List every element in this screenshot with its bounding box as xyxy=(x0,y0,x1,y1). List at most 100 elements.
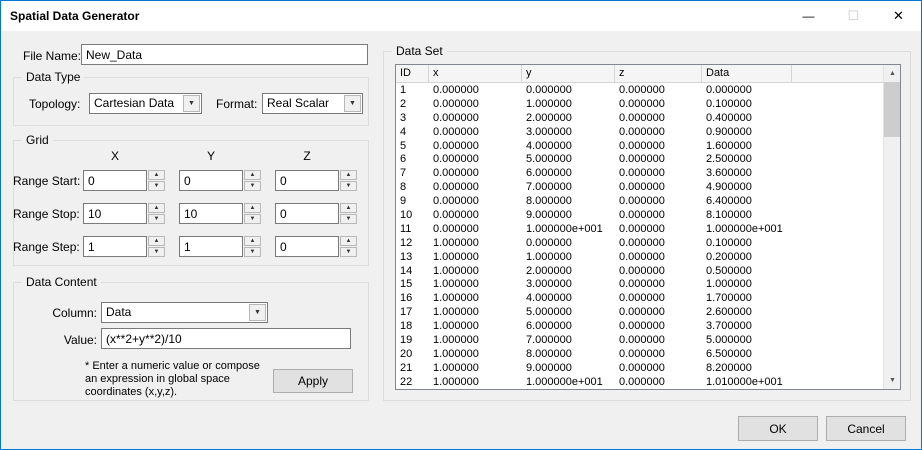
spin-down-icon[interactable]: ▼ xyxy=(148,181,165,191)
spin-down-icon[interactable]: ▼ xyxy=(244,214,261,224)
spin-down-icon[interactable]: ▼ xyxy=(340,214,357,224)
table-row[interactable]: 221.0000001.000000e+0010.0000001.010000e… xyxy=(396,375,883,389)
table-cell: 0.000000 xyxy=(429,209,522,221)
table-cell: 0.000000 xyxy=(615,320,702,332)
table-cell: 12 xyxy=(396,237,429,249)
table-row[interactable]: 161.0000004.0000000.0000001.700000 xyxy=(396,291,883,305)
spin-down-icon[interactable]: ▼ xyxy=(340,181,357,191)
column-header-data[interactable]: Data xyxy=(702,65,792,82)
range-stop-z-input[interactable] xyxy=(275,203,339,224)
spin-up-icon[interactable]: ▲ xyxy=(340,170,357,180)
vertical-scrollbar[interactable]: ▲ ▼ xyxy=(883,65,900,389)
table-cell: 1.700000 xyxy=(702,292,792,304)
table-cell: 6.000000 xyxy=(522,320,615,332)
table-cell: 9.000000 xyxy=(522,362,615,374)
range-stop-x-input[interactable] xyxy=(83,203,147,224)
column-header-id[interactable]: ID xyxy=(396,65,429,82)
spin-up-icon[interactable]: ▲ xyxy=(244,236,261,246)
scroll-up-icon[interactable]: ▲ xyxy=(884,65,901,82)
value-input[interactable] xyxy=(101,328,351,349)
table-row[interactable]: 131.0000001.0000000.0000000.200000 xyxy=(396,250,883,264)
column-header-y[interactable]: y xyxy=(522,65,615,82)
table-row[interactable]: 181.0000006.0000000.0000003.700000 xyxy=(396,319,883,333)
spin-up-icon[interactable]: ▲ xyxy=(244,170,261,180)
topology-combobox[interactable]: Cartesian Data ▼ xyxy=(89,93,202,114)
range-step-z-stepper: ▲▼ xyxy=(275,236,357,257)
table-cell: 0.000000 xyxy=(615,265,702,277)
table-row[interactable]: 60.0000005.0000000.0000002.500000 xyxy=(396,152,883,166)
note-line-1: * Enter a numeric value or compose xyxy=(85,360,275,373)
range-step-x-input[interactable] xyxy=(83,236,147,257)
range-stop-y-stepper: ▲▼ xyxy=(179,203,261,224)
spin-up-icon[interactable]: ▲ xyxy=(148,203,165,213)
minimize-button[interactable]: — xyxy=(786,1,831,31)
file-name-input[interactable] xyxy=(81,44,368,65)
table-cell: 7 xyxy=(396,167,429,179)
range-start-y-input[interactable] xyxy=(179,170,243,191)
ok-button[interactable]: OK xyxy=(738,416,818,441)
table-cell: 6.000000 xyxy=(522,167,615,179)
table-row[interactable]: 90.0000008.0000000.0000006.400000 xyxy=(396,194,883,208)
table-row[interactable]: 211.0000009.0000000.0000008.200000 xyxy=(396,361,883,375)
spin-up-icon[interactable]: ▲ xyxy=(244,203,261,213)
range-start-z-input[interactable] xyxy=(275,170,339,191)
spin-up-icon[interactable]: ▲ xyxy=(148,236,165,246)
spin-down-icon[interactable]: ▼ xyxy=(244,181,261,191)
table-row[interactable]: 10.0000000.0000000.0000000.000000 xyxy=(396,83,883,97)
table-cell: 1.000000 xyxy=(429,251,522,263)
table-row[interactable]: 141.0000002.0000000.0000000.500000 xyxy=(396,264,883,278)
table-row[interactable]: 80.0000007.0000000.0000004.900000 xyxy=(396,180,883,194)
grid-group-title: Grid xyxy=(22,133,53,147)
scrollbar-thumb[interactable] xyxy=(884,82,901,137)
table-row[interactable]: 110.0000001.000000e+0010.0000001.000000e… xyxy=(396,222,883,236)
column-header-x[interactable]: x xyxy=(429,65,522,82)
apply-button[interactable]: Apply xyxy=(273,369,353,393)
maximize-icon: ☐ xyxy=(848,8,860,24)
spin-down-icon[interactable]: ▼ xyxy=(148,247,165,257)
chevron-down-icon[interactable]: ▼ xyxy=(183,95,200,112)
spin-down-icon[interactable]: ▼ xyxy=(340,247,357,257)
table-row[interactable]: 191.0000007.0000000.0000005.000000 xyxy=(396,333,883,347)
spin-down-icon[interactable]: ▼ xyxy=(148,214,165,224)
table-row[interactable]: 20.0000001.0000000.0000000.100000 xyxy=(396,97,883,111)
spin-down-icon[interactable]: ▼ xyxy=(244,247,261,257)
range-stop-z-stepper: ▲▼ xyxy=(275,203,357,224)
table-row[interactable]: 30.0000002.0000000.0000000.400000 xyxy=(396,111,883,125)
window-controls: — ☐ ✕ xyxy=(786,1,921,31)
spin-up-icon[interactable]: ▲ xyxy=(148,170,165,180)
table-row[interactable]: 151.0000003.0000000.0000001.000000 xyxy=(396,277,883,291)
table-cell: 0.000000 xyxy=(522,84,615,96)
table-cell: 8.000000 xyxy=(522,195,615,207)
chevron-down-icon[interactable]: ▼ xyxy=(344,95,361,112)
table-row[interactable]: 171.0000005.0000000.0000002.600000 xyxy=(396,305,883,319)
spin-up-icon[interactable]: ▲ xyxy=(340,203,357,213)
table-cell: 0.000000 xyxy=(429,84,522,96)
range-start-x-input[interactable] xyxy=(83,170,147,191)
scroll-down-icon[interactable]: ▼ xyxy=(884,372,901,389)
table-cell: 8.000000 xyxy=(522,348,615,360)
column-header-z[interactable]: z xyxy=(615,65,702,82)
column-label: Column: xyxy=(21,306,97,320)
chevron-down-icon[interactable]: ▼ xyxy=(249,304,266,321)
range-stop-y-input[interactable] xyxy=(179,203,243,224)
grid-col-header-x: X xyxy=(83,149,147,163)
table-row[interactable]: 121.0000000.0000000.0000000.100000 xyxy=(396,236,883,250)
table-row[interactable]: 50.0000004.0000000.0000001.600000 xyxy=(396,139,883,153)
range-step-y-input[interactable] xyxy=(179,236,243,257)
range-step-z-input[interactable] xyxy=(275,236,339,257)
format-combobox[interactable]: Real Scalar ▼ xyxy=(262,93,363,114)
table-row[interactable]: 70.0000006.0000000.0000003.600000 xyxy=(396,166,883,180)
cancel-button[interactable]: Cancel xyxy=(826,416,906,441)
table-cell: 0.000000 xyxy=(615,237,702,249)
column-combobox[interactable]: Data ▼ xyxy=(101,302,268,323)
table-cell: 19 xyxy=(396,334,429,346)
title-bar[interactable]: Spatial Data Generator — ☐ ✕ xyxy=(1,1,921,31)
table-row[interactable]: 100.0000009.0000000.0000008.100000 xyxy=(396,208,883,222)
data-type-group-title: Data Type xyxy=(22,70,84,84)
table-row[interactable]: 40.0000003.0000000.0000000.900000 xyxy=(396,125,883,139)
maximize-button[interactable]: ☐ xyxy=(831,1,876,31)
close-button[interactable]: ✕ xyxy=(876,1,921,31)
table-cell: 22 xyxy=(396,376,429,388)
spin-up-icon[interactable]: ▲ xyxy=(340,236,357,246)
table-row[interactable]: 201.0000008.0000000.0000006.500000 xyxy=(396,347,883,361)
